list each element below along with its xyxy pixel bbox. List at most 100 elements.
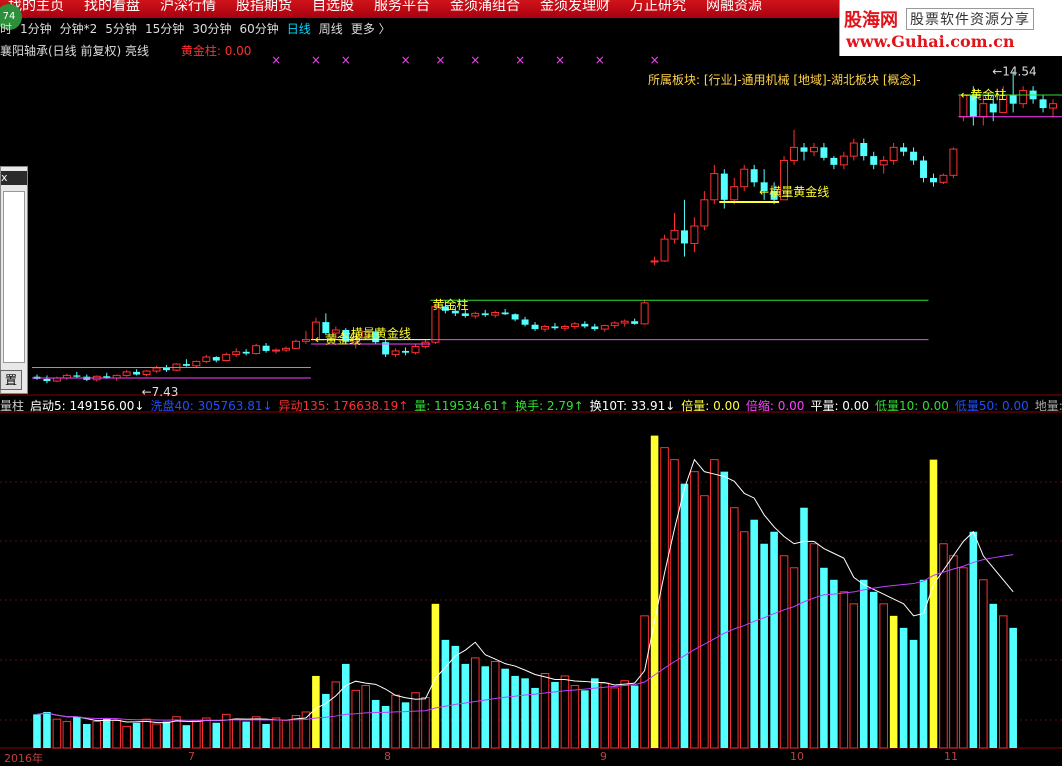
- candle[interactable]: [680, 199, 688, 257]
- tab-7[interactable]: 日线: [287, 20, 311, 37]
- candle[interactable]: [949, 147, 958, 178]
- candle[interactable]: [33, 374, 41, 380]
- menu-item-3[interactable]: 股指期货: [236, 0, 292, 15]
- candle[interactable]: [570, 322, 579, 330]
- menu-item-5[interactable]: 服务平台: [374, 0, 430, 15]
- candle[interactable]: [929, 173, 937, 187]
- candle[interactable]: [849, 138, 858, 161]
- candle[interactable]: [889, 143, 898, 165]
- candle[interactable]: [830, 156, 838, 170]
- candle[interactable]: [471, 311, 480, 319]
- candle[interactable]: [212, 356, 220, 363]
- side-popup[interactable]: x 置: [0, 166, 28, 394]
- candle[interactable]: [710, 164, 719, 205]
- candle[interactable]: [700, 191, 709, 231]
- popup-setting-button[interactable]: 置: [0, 370, 22, 390]
- candle[interactable]: [910, 147, 918, 165]
- candle[interactable]: [920, 156, 928, 183]
- candle[interactable]: [600, 324, 609, 332]
- candle[interactable]: [591, 323, 599, 331]
- candle[interactable]: [879, 156, 888, 174]
- candle[interactable]: [252, 343, 261, 355]
- candle[interactable]: [232, 348, 241, 358]
- candle[interactable]: [282, 346, 290, 352]
- menu-item-8[interactable]: 万正研究: [630, 0, 686, 15]
- candle[interactable]: [192, 360, 201, 368]
- candle[interactable]: [670, 212, 679, 244]
- tab-0[interactable]: 时: [0, 20, 12, 37]
- candle[interactable]: [162, 364, 170, 372]
- candle[interactable]: [382, 339, 390, 358]
- candle[interactable]: [481, 309, 489, 317]
- tab-4[interactable]: 15分钟: [145, 20, 184, 37]
- candle[interactable]: [560, 324, 569, 331]
- candle[interactable]: [551, 322, 559, 330]
- candle[interactable]: [900, 143, 908, 157]
- candle[interactable]: [272, 348, 281, 354]
- candle[interactable]: [411, 343, 420, 355]
- candle[interactable]: [870, 151, 878, 170]
- menu-item-9[interactable]: 网融资源: [706, 0, 762, 15]
- candle[interactable]: [301, 330, 310, 344]
- candle[interactable]: [1039, 94, 1047, 113]
- menu-item-4[interactable]: 自选股: [312, 0, 354, 15]
- candle[interactable]: [491, 310, 500, 318]
- candle[interactable]: [809, 143, 818, 157]
- candle[interactable]: [291, 339, 300, 350]
- kline-chart[interactable]: ←7.43←14.54←黄金线←横量黄金线←横量黄金线黄金柱←黄金柱× × × × × ×…: [0, 0, 1062, 763]
- tab-2[interactable]: 分钟*2: [60, 20, 98, 37]
- candle[interactable]: [142, 370, 151, 377]
- candle[interactable]: [531, 322, 539, 331]
- menu-item-2[interactable]: 沪深行情: [160, 0, 216, 15]
- candle[interactable]: [750, 164, 758, 187]
- candle[interactable]: [501, 309, 509, 316]
- main-menu: 找的主页 找的看盘 沪深行情 股指期货 自选股 服务平台 金须涌组合 金须发理财 万正研究 网融资…: [0, 0, 774, 17]
- candle[interactable]: [820, 143, 828, 161]
- tab-6[interactable]: 60分钟: [240, 20, 279, 37]
- candle[interactable]: [860, 138, 868, 161]
- candle[interactable]: [541, 324, 549, 332]
- menu-item-1[interactable]: 找的看盘: [84, 0, 140, 15]
- candle[interactable]: [631, 318, 639, 325]
- candle[interactable]: [620, 319, 629, 327]
- candle[interactable]: [262, 343, 270, 353]
- candle[interactable]: [521, 316, 529, 327]
- candle[interactable]: [152, 365, 161, 373]
- menu-item-7[interactable]: 金须发理财: [540, 0, 610, 15]
- candle[interactable]: [52, 376, 61, 382]
- tab-9[interactable]: 更多 〉: [351, 20, 391, 37]
- candle[interactable]: [690, 217, 699, 253]
- candle[interactable]: [391, 348, 400, 358]
- candle[interactable]: [62, 373, 71, 380]
- candle[interactable]: [242, 349, 250, 356]
- candle[interactable]: [1049, 99, 1058, 117]
- candle[interactable]: [839, 151, 848, 170]
- candle[interactable]: [402, 347, 410, 356]
- candle[interactable]: [800, 143, 808, 161]
- candle[interactable]: [640, 300, 649, 325]
- candle[interactable]: [581, 321, 589, 329]
- tab-3[interactable]: 5分钟: [105, 20, 137, 37]
- candle[interactable]: [660, 234, 669, 262]
- menu-item-6[interactable]: 金须涌组合: [450, 0, 520, 15]
- candle[interactable]: [1019, 86, 1028, 109]
- candle[interactable]: [182, 359, 190, 367]
- candle[interactable]: [43, 375, 51, 384]
- candle[interactable]: [73, 371, 81, 379]
- tab-5[interactable]: 30分钟: [192, 20, 231, 37]
- candle[interactable]: [202, 354, 211, 364]
- candle[interactable]: [511, 313, 519, 322]
- candle[interactable]: [133, 369, 141, 376]
- candle[interactable]: [790, 129, 799, 165]
- candle[interactable]: [650, 256, 659, 266]
- tab-8[interactable]: 周线: [319, 20, 343, 37]
- candle[interactable]: [730, 177, 739, 205]
- tab-1[interactable]: 1分钟: [20, 20, 52, 37]
- volume-bar: [760, 543, 768, 748]
- candle[interactable]: [222, 352, 231, 362]
- candle[interactable]: [610, 321, 619, 329]
- close-icon[interactable]: x: [1, 171, 27, 185]
- candle[interactable]: [122, 370, 131, 377]
- candle[interactable]: [740, 164, 749, 192]
- candle[interactable]: [939, 173, 948, 185]
